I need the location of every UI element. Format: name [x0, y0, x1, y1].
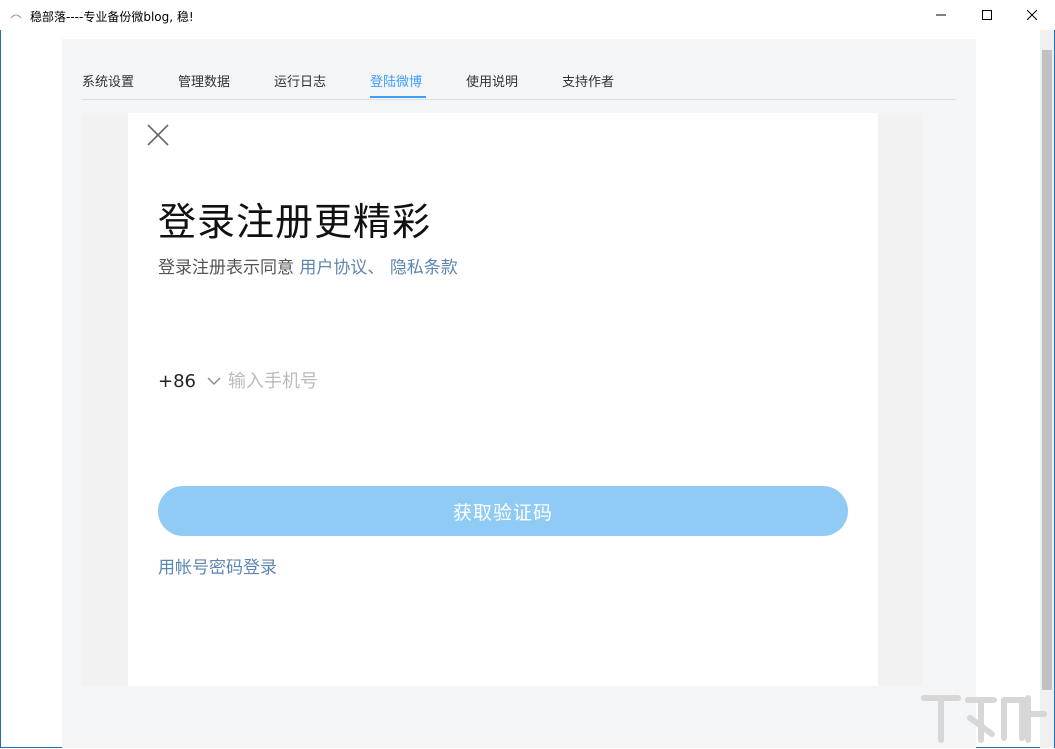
close-x-icon — [147, 124, 169, 146]
maximize-button[interactable] — [964, 0, 1010, 30]
close-icon — [1027, 10, 1037, 20]
main-panel: 系统设置 管理数据 运行日志 登陆微博 使用说明 支持作者 登录注册更精彩 登录… — [62, 39, 976, 748]
content-frame: 登录注册更精彩 登录注册表示同意 用户协议、 隐私条款 +86 获取验证码 用帐… — [82, 113, 923, 686]
tab-system-settings[interactable]: 系统设置 — [82, 71, 134, 90]
tab-manage-data[interactable]: 管理数据 — [178, 71, 230, 90]
maximize-icon — [982, 10, 992, 20]
country-code-select[interactable]: +86 — [158, 371, 196, 392]
watermark-logo — [918, 690, 1050, 745]
tab-login-weibo[interactable]: 登陆微博 — [370, 71, 422, 90]
close-button[interactable] — [1009, 0, 1055, 30]
tab-support-author[interactable]: 支持作者 — [562, 71, 614, 90]
minimize-icon — [936, 14, 946, 16]
tab-run-log[interactable]: 运行日志 — [274, 71, 326, 90]
agreement-text: 登录注册表示同意 用户协议、 隐私条款 — [158, 253, 458, 278]
scrollbar[interactable] — [1040, 30, 1054, 748]
scrollbar-thumb[interactable] — [1042, 50, 1052, 690]
active-tab-indicator — [370, 96, 426, 98]
minimize-button[interactable] — [918, 0, 964, 30]
login-card: 登录注册更精彩 登录注册表示同意 用户协议、 隐私条款 +86 获取验证码 用帐… — [128, 113, 878, 686]
agreement-prefix: 登录注册表示同意 — [158, 258, 300, 278]
tab-instructions[interactable]: 使用说明 — [466, 71, 518, 90]
login-headline: 登录注册更精彩 — [158, 200, 432, 244]
title-bar[interactable]: 稳部落----专业备份微blog, 稳! — [0, 0, 1055, 30]
user-agreement-link[interactable]: 用户协议、 — [299, 258, 384, 278]
phone-number-input[interactable] — [228, 370, 648, 392]
account-password-login-link[interactable]: 用帐号密码登录 — [158, 553, 277, 578]
phone-row: +86 — [158, 368, 648, 394]
window-title: 稳部落----专业备份微blog, 稳! — [30, 10, 194, 24]
get-verification-code-button[interactable]: 获取验证码 — [158, 486, 848, 536]
chevron-down-icon[interactable] — [206, 373, 222, 389]
app-icon — [10, 7, 22, 19]
tab-bar: 系统设置 管理数据 运行日志 登陆微博 使用说明 支持作者 — [82, 39, 956, 100]
close-login-button[interactable] — [146, 123, 170, 147]
privacy-policy-link[interactable]: 隐私条款 — [390, 258, 458, 278]
